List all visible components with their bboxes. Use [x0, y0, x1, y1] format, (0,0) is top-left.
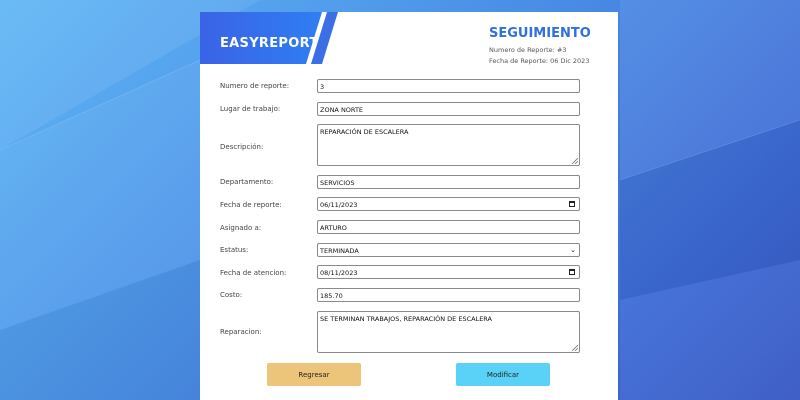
workplace-field[interactable]: ZONA NORTE [317, 102, 580, 116]
report-number-field[interactable]: 3 [317, 79, 580, 93]
app-brand: EASYREPORT [220, 36, 319, 51]
label-repair: Reparacion: [220, 328, 262, 336]
label-attention-date: Fecha de atencion: [220, 269, 287, 277]
modify-button[interactable]: Modificar [456, 363, 550, 386]
label-assigned-to: Asignado a: [220, 224, 262, 232]
page-title: SEGUIMIENTO [489, 26, 591, 41]
label-workplace: Lugar de trabajo: [220, 105, 281, 113]
attention-date-field[interactable]: 08/11/2023 [317, 265, 580, 279]
report-card: EASYREPORT SEGUIMIENTO Numero de Reporte… [200, 12, 618, 400]
chevron-down-icon[interactable]: ⌄ [570, 246, 576, 254]
repair-text: SE TERMINAN TRABAJOS, REPARACIÓN DE ESCA… [320, 315, 493, 323]
resize-handle-icon[interactable] [572, 345, 578, 351]
calendar-icon[interactable] [569, 269, 575, 275]
report-date-value: 06/11/2023 [320, 201, 358, 209]
status-select[interactable]: TERMINADA ⌄ [317, 243, 580, 257]
brand-banner: EASYREPORT [200, 12, 350, 64]
department-field[interactable]: SERVICIOS [317, 175, 580, 189]
label-department: Departamento: [220, 178, 274, 186]
resize-handle-icon[interactable] [572, 158, 578, 164]
label-status: Estatus: [220, 246, 249, 254]
description-textarea[interactable]: REPARACIÓN DE ESCALERA [317, 124, 580, 166]
report-number-meta: Numero de Reporte: #3 [489, 46, 567, 54]
description-text: REPARACIÓN DE ESCALERA [320, 128, 409, 136]
label-description: Descripción: [220, 143, 264, 151]
repair-textarea[interactable]: SE TERMINAN TRABAJOS, REPARACIÓN DE ESCA… [317, 311, 580, 353]
assigned-to-field[interactable]: ARTURO [317, 220, 580, 234]
back-button[interactable]: Regresar [267, 363, 361, 386]
label-cost: Costo: [220, 291, 243, 299]
report-date-field[interactable]: 06/11/2023 [317, 197, 580, 211]
label-report-date: Fecha de reporte: [220, 201, 282, 209]
cost-field[interactable]: 185.70 [317, 288, 580, 302]
status-value: TERMINADA [320, 247, 359, 255]
attention-date-value: 08/11/2023 [320, 269, 358, 277]
calendar-icon[interactable] [569, 201, 575, 207]
label-report-number: Numero de reporte: [220, 82, 290, 90]
report-date-meta: Fecha de Reporte: 06 Dic 2023 [489, 57, 590, 65]
